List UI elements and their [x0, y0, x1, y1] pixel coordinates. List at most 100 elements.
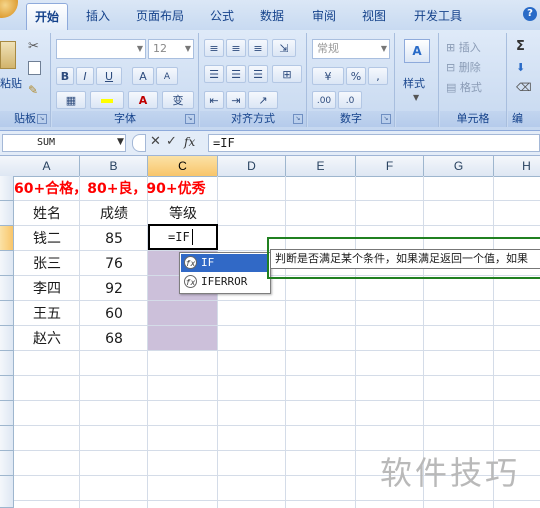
row-header[interactable] [0, 276, 14, 301]
autocomplete-item-if[interactable]: fx IF [181, 254, 267, 272]
merge-center-button[interactable]: ⊞ [272, 65, 302, 83]
score-cell[interactable]: 85 [80, 227, 148, 251]
decrease-decimal-button[interactable]: .0 [338, 91, 362, 109]
name-cell[interactable]: 张三 [14, 252, 80, 276]
name-box[interactable]: SUM [2, 134, 126, 152]
row-header[interactable] [0, 351, 14, 376]
number-launcher-icon[interactable]: ↘ [381, 114, 391, 124]
insert-function-icon[interactable]: fx [184, 135, 195, 149]
alignment-launcher-icon[interactable]: ↘ [293, 114, 303, 124]
column-header-h[interactable]: H [494, 156, 540, 176]
row-header[interactable] [0, 451, 14, 476]
chevron-down-icon[interactable]: ▼ [117, 137, 124, 147]
autocomplete-item-iferror[interactable]: fx IFERROR [181, 273, 267, 291]
grow-font-button[interactable]: A [132, 67, 154, 85]
number-format-combo[interactable]: 常规 ▼ [312, 39, 390, 59]
tab-insert[interactable]: 插入 [86, 7, 110, 24]
row-header[interactable] [0, 301, 14, 326]
align-bottom-button[interactable]: ≡ [248, 39, 268, 57]
name-cell[interactable]: 李四 [14, 277, 80, 301]
formula-bar-handle[interactable] [132, 134, 146, 152]
row-header[interactable] [0, 401, 14, 426]
font-size-combo[interactable]: 12 ▼ [148, 39, 194, 59]
align-top-button[interactable]: ≡ [204, 39, 224, 57]
wrap-text-button[interactable]: ⇲ [272, 39, 296, 57]
phonetic-button[interactable]: 变 [162, 91, 194, 109]
increase-indent-button[interactable]: ⇥ [226, 91, 246, 109]
tab-home[interactable]: 开始 [26, 3, 69, 30]
column-header-f[interactable]: F [356, 156, 424, 176]
comma-button[interactable]: , [368, 67, 388, 85]
paste-label[interactable]: 粘贴 [0, 75, 22, 91]
row-header[interactable] [0, 326, 14, 351]
copy-icon[interactable] [28, 61, 41, 75]
column-header-d[interactable]: D [218, 156, 286, 176]
row-header[interactable] [0, 251, 14, 276]
row-header[interactable] [0, 476, 14, 508]
row-header[interactable] [0, 201, 14, 226]
clear-icon[interactable]: ⌫ [516, 81, 532, 94]
tab-page-layout[interactable]: 页面布局 [136, 7, 184, 24]
row-header[interactable] [0, 226, 14, 251]
score-cell[interactable]: 92 [80, 277, 148, 301]
fill-color-button[interactable] [90, 91, 124, 109]
align-right-button[interactable]: ☰ [248, 65, 268, 83]
enter-icon[interactable]: ✓ [166, 134, 177, 149]
font-color-button[interactable]: A [128, 91, 158, 109]
row-header[interactable] [0, 426, 14, 451]
cancel-icon[interactable]: ✕ [150, 134, 161, 149]
increase-decimal-button[interactable]: .00 [312, 91, 336, 109]
font-launcher-icon[interactable]: ↘ [185, 114, 195, 124]
row-header[interactable] [0, 176, 14, 201]
shrink-font-button[interactable]: A [156, 67, 178, 85]
align-middle-button[interactable]: ≡ [226, 39, 246, 57]
name-cell[interactable]: 王五 [14, 302, 80, 326]
styles-icon[interactable]: A [404, 39, 430, 63]
column-header-g[interactable]: G [424, 156, 494, 176]
column-header-e[interactable]: E [286, 156, 356, 176]
header-name-cell[interactable]: 姓名 [14, 202, 80, 226]
font-name-combo[interactable]: ▼ [56, 39, 146, 59]
grading-note[interactable]: 60+合格，80+良，90+优秀 [14, 178, 206, 200]
header-score-cell[interactable]: 成绩 [80, 202, 148, 226]
column-header-c[interactable]: C [148, 156, 218, 176]
bold-button[interactable]: B [56, 67, 74, 85]
clipboard-launcher-icon[interactable]: ↘ [37, 114, 47, 124]
fill-icon[interactable]: ⬇ [516, 61, 525, 74]
underline-button[interactable]: U [96, 67, 122, 85]
score-cell[interactable]: 68 [80, 327, 148, 351]
tab-view[interactable]: 视图 [362, 7, 386, 24]
column-header-a[interactable]: A [14, 156, 80, 176]
tab-data[interactable]: 数据 [260, 7, 284, 24]
tab-review[interactable]: 审阅 [312, 7, 336, 24]
border-button[interactable]: ▦ [56, 91, 86, 109]
score-cell[interactable]: 60 [80, 302, 148, 326]
tab-formulas[interactable]: 公式 [210, 7, 234, 24]
currency-button[interactable]: ¥ [312, 67, 344, 85]
tab-developer[interactable]: 开发工具 [414, 7, 462, 24]
help-icon[interactable]: ? [523, 7, 537, 21]
row-header[interactable] [0, 376, 14, 401]
score-cell[interactable]: 76 [80, 252, 148, 276]
column-header-b[interactable]: B [80, 156, 148, 176]
autosum-button[interactable]: Σ [516, 39, 525, 54]
chevron-down-icon: ▼ [136, 44, 143, 53]
format-painter-icon[interactable]: ✎ [28, 83, 38, 97]
decrease-indent-button[interactable]: ⇤ [204, 91, 224, 109]
insert-cells-button[interactable]: ⊞ 插入 [446, 39, 481, 55]
delete-cells-button[interactable]: ⊟ 删除 [446, 59, 481, 75]
paste-icon[interactable] [0, 41, 16, 69]
percent-button[interactable]: % [346, 67, 366, 85]
formula-input[interactable]: =IF [208, 134, 540, 152]
name-cell[interactable]: 赵六 [14, 327, 80, 351]
header-grade-cell[interactable]: 等级 [148, 202, 218, 226]
format-cells-button[interactable]: ▤ 格式 [446, 79, 482, 95]
office-button[interactable] [0, 0, 18, 18]
cut-icon[interactable]: ✂ [28, 39, 39, 54]
align-left-button[interactable]: ☰ [204, 65, 224, 83]
align-center-button[interactable]: ☰ [226, 65, 246, 83]
italic-button[interactable]: I [76, 67, 94, 85]
styles-button[interactable]: 样式 [403, 75, 425, 91]
name-cell[interactable]: 钱二 [14, 227, 80, 251]
orientation-button[interactable]: ↗ [248, 91, 278, 109]
